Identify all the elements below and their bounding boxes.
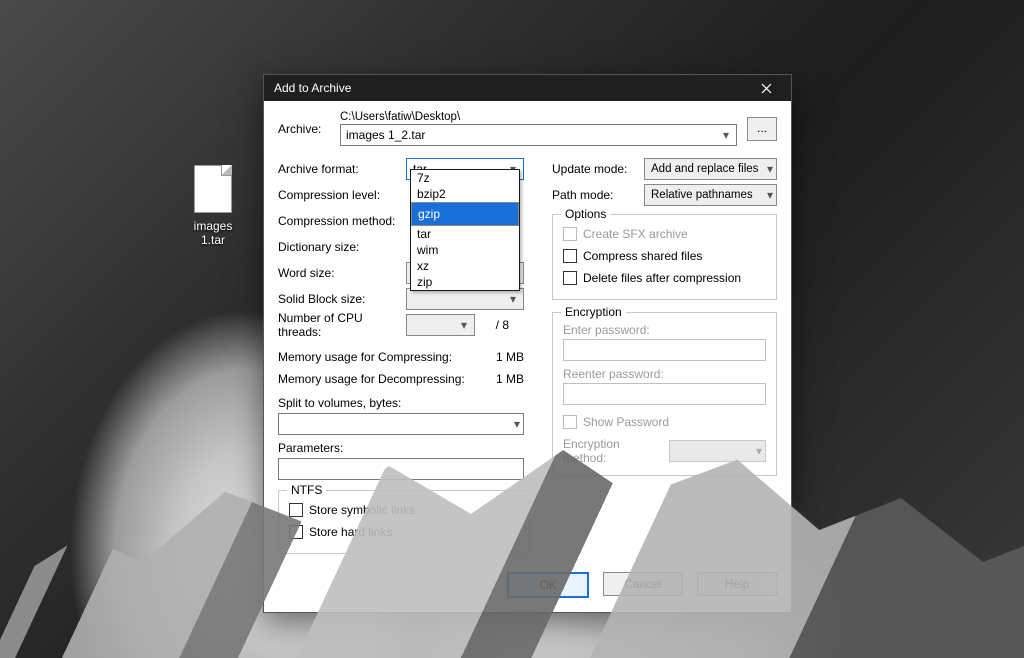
delete-after-label: Delete files after compression bbox=[583, 271, 741, 285]
mem-compress-label: Memory usage for Compressing: bbox=[278, 350, 484, 364]
ntfs-symlinks-label: Store symbolic links bbox=[309, 503, 415, 517]
checkbox-icon bbox=[563, 249, 577, 263]
chevron-down-icon: ▾ bbox=[506, 292, 520, 306]
reenter-password-label: Reenter password: bbox=[563, 367, 766, 381]
mem-compress-value: 1 MB bbox=[484, 350, 524, 364]
checkbox-icon bbox=[563, 271, 577, 285]
compress-shared-checkbox[interactable]: Compress shared files bbox=[563, 245, 766, 267]
format-option-wim[interactable]: wim bbox=[411, 242, 519, 258]
add-to-archive-dialog: Add to Archive Archive: C:\Users\fatiw\D… bbox=[263, 74, 792, 613]
options-group: Options Create SFX archive Compress shar… bbox=[552, 214, 777, 300]
delete-after-checkbox[interactable]: Delete files after compression bbox=[563, 267, 766, 289]
checkbox-icon bbox=[563, 415, 577, 429]
format-option-zip[interactable]: zip bbox=[411, 274, 519, 290]
create-sfx-checkbox: Create SFX archive bbox=[563, 223, 766, 245]
compression-method-label: Compression method: bbox=[278, 214, 406, 228]
solid-block-select[interactable]: ▾ bbox=[406, 288, 524, 310]
encryption-title: Encryption bbox=[561, 305, 626, 319]
browse-button[interactable]: ... bbox=[747, 117, 777, 141]
chevron-down-icon: ▾ bbox=[457, 318, 471, 332]
desktop-file-label: images 1.tar bbox=[180, 219, 246, 247]
format-option-gzip[interactable]: gzip bbox=[411, 202, 519, 226]
format-option-bzip2[interactable]: bzip2 bbox=[411, 186, 519, 202]
dialog-title: Add to Archive bbox=[274, 81, 747, 95]
chevron-down-icon: ▾ bbox=[719, 128, 733, 142]
close-icon bbox=[761, 83, 772, 94]
parameters-input[interactable] bbox=[278, 458, 524, 480]
desktop-file-icon[interactable]: images 1.tar bbox=[180, 165, 246, 247]
titlebar[interactable]: Add to Archive bbox=[264, 75, 791, 101]
format-option-tar[interactable]: tar bbox=[411, 226, 519, 242]
ok-button[interactable]: OK bbox=[507, 572, 589, 598]
create-sfx-label: Create SFX archive bbox=[583, 227, 688, 241]
dictionary-size-label: Dictionary size: bbox=[278, 240, 406, 254]
parameters-label: Parameters: bbox=[278, 441, 524, 455]
update-mode-value: Add and replace files bbox=[651, 163, 767, 175]
file-page-icon bbox=[194, 165, 232, 213]
encryption-method-select: ▾ bbox=[669, 440, 766, 462]
help-button-label: Help bbox=[725, 577, 750, 591]
help-button[interactable]: Help bbox=[697, 572, 777, 596]
ntfs-group: NTFS Store symbolic links Store hard lin… bbox=[278, 490, 530, 554]
show-password-checkbox[interactable]: Show Password bbox=[563, 411, 766, 433]
enter-password-input[interactable] bbox=[563, 339, 766, 361]
mem-decompress-value: 1 MB bbox=[484, 372, 524, 386]
archive-format-label: Archive format: bbox=[278, 162, 406, 176]
options-title: Options bbox=[561, 207, 610, 221]
chevron-down-icon: ▾ bbox=[514, 417, 520, 431]
archive-path-dir: C:\Users\fatiw\Desktop\ bbox=[340, 111, 737, 123]
desktop-background: images 1.tar Add to Archive Archive: C:\… bbox=[0, 0, 1024, 658]
path-mode-value: Relative pathnames bbox=[651, 189, 767, 201]
cpu-threads-label: Number of CPU threads: bbox=[278, 311, 406, 339]
show-password-label: Show Password bbox=[583, 415, 669, 429]
path-mode-label: Path mode: bbox=[552, 188, 644, 202]
update-mode-select[interactable]: Add and replace files▾ bbox=[644, 158, 777, 180]
reenter-password-input[interactable] bbox=[563, 383, 766, 405]
solid-block-label: Solid Block size: bbox=[278, 292, 406, 306]
cpu-threads-total: / 8 bbox=[481, 318, 509, 332]
encryption-method-label: Encryption method: bbox=[563, 437, 659, 465]
word-size-label: Word size: bbox=[278, 266, 406, 280]
archive-format-dropdown[interactable]: 7zbzip2gziptarwimxzzip bbox=[410, 169, 520, 291]
ntfs-symlinks-checkbox[interactable]: Store symbolic links bbox=[289, 499, 519, 521]
chevron-down-icon: ▾ bbox=[767, 188, 773, 202]
ok-button-label: OK bbox=[539, 578, 556, 592]
close-button[interactable] bbox=[747, 78, 785, 98]
archive-label: Archive: bbox=[278, 122, 340, 136]
ntfs-hardlinks-checkbox[interactable]: Store hard links bbox=[289, 521, 519, 543]
format-option-xz[interactable]: xz bbox=[411, 258, 519, 274]
chevron-down-icon: ▾ bbox=[756, 444, 762, 458]
checkbox-icon bbox=[289, 525, 303, 539]
checkbox-icon bbox=[563, 227, 577, 241]
enter-password-label: Enter password: bbox=[563, 323, 766, 337]
encryption-group: Encryption Enter password: Reenter passw… bbox=[552, 312, 777, 476]
cancel-button-label: Cancel bbox=[624, 577, 661, 591]
format-option-7z[interactable]: 7z bbox=[411, 170, 519, 186]
path-mode-select[interactable]: Relative pathnames▾ bbox=[644, 184, 777, 206]
archive-filename: images 1_2.tar bbox=[346, 128, 719, 142]
split-volumes-combo[interactable]: ▾ bbox=[278, 413, 524, 435]
mem-decompress-label: Memory usage for Decompressing: bbox=[278, 372, 484, 386]
compress-shared-label: Compress shared files bbox=[583, 249, 702, 263]
cpu-threads-select[interactable]: ▾ bbox=[406, 314, 475, 336]
checkbox-icon bbox=[289, 503, 303, 517]
cancel-button[interactable]: Cancel bbox=[603, 572, 683, 596]
chevron-down-icon: ▾ bbox=[767, 162, 773, 176]
split-volumes-label: Split to volumes, bytes: bbox=[278, 396, 524, 410]
ntfs-hardlinks-label: Store hard links bbox=[309, 525, 392, 539]
update-mode-label: Update mode: bbox=[552, 162, 644, 176]
archive-filename-combo[interactable]: images 1_2.tar ▾ bbox=[340, 124, 737, 146]
compression-level-label: Compression level: bbox=[278, 188, 406, 202]
ntfs-title: NTFS bbox=[287, 483, 326, 497]
